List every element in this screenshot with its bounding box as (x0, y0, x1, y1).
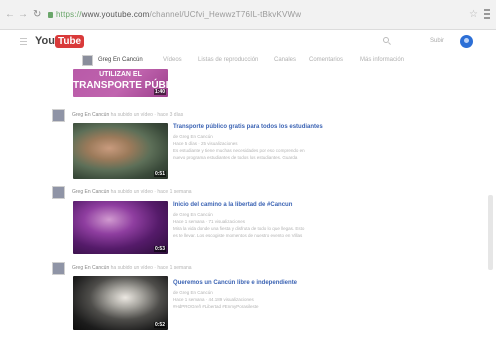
browser-menu-icon[interactable] (484, 9, 490, 19)
logo-tube-text: Tube (54, 35, 85, 48)
uploader-name[interactable]: Greg En Cancún (72, 265, 109, 271)
reload-icon[interactable]: ↻ (33, 9, 41, 21)
video-thumbnail[interactable]: 0:52 (73, 276, 168, 330)
uploader-avatar[interactable] (52, 109, 65, 122)
url-path: /channel/UCfvi_HewwzT76IL-tBkvKVWw (149, 10, 302, 19)
browser-toolbar: ← → ↻ https://www.youtube.com/channel/UC… (0, 0, 496, 30)
video-stats: Hace 1 semana · 44.189 visualizaciones (173, 297, 254, 302)
video-description: Es estudiante y tiene muchas necesidades… (173, 148, 305, 153)
url-host: www.youtube.com (81, 10, 150, 19)
video-author[interactable]: de Greg En Cancún (173, 212, 213, 217)
video-title[interactable]: Transporte público gratis para todos los… (173, 124, 323, 130)
channel-navigation: Greg En Cancún Vídeos Listas de reproduc… (0, 52, 496, 69)
uploader-avatar[interactable] (52, 262, 65, 275)
activity-action: ha subido un vídeo (109, 189, 153, 195)
channel-avatar[interactable] (82, 55, 93, 66)
uploader-name[interactable]: Greg En Cancún (72, 112, 109, 118)
activity-time: hace 1 semana (157, 265, 192, 271)
activity-time: hace 3 días (157, 112, 184, 118)
video-thumbnail[interactable]: 0:53 (73, 201, 168, 254)
guide-menu-icon[interactable] (20, 38, 27, 45)
tab-about[interactable]: Más información (360, 57, 404, 63)
tab-channels[interactable]: Canales (274, 57, 296, 63)
uploader-avatar[interactable] (52, 186, 65, 199)
video-description: es te llevar. Los escogiste momentos de … (173, 233, 303, 238)
activity-time: hace 1 semana (157, 189, 192, 195)
activity-action: ha subido un vídeo (109, 112, 153, 118)
url-scheme: https:// (56, 10, 82, 19)
uploader-name[interactable]: Greg En Cancún (72, 189, 109, 195)
back-arrow-icon[interactable]: ← (5, 9, 15, 21)
video-duration: 0:53 (153, 246, 166, 252)
tab-videos[interactable]: Vídeos (163, 57, 182, 63)
video-title[interactable]: Inicio del camino a la libertad de #Canc… (173, 202, 292, 208)
video-duration: 0:52 (153, 322, 166, 328)
video-author[interactable]: de Greg En Cancún (173, 134, 213, 139)
user-avatar[interactable] (460, 35, 473, 48)
feed-activity-text: Greg En Cancún ha subido un vídeo · hace… (72, 189, 192, 195)
channel-name[interactable]: Greg En Cancún (98, 57, 143, 63)
thumbnail-caption: UTILIZAN EL (99, 71, 142, 78)
video-stats: Hace 1 semana · 71 visualizaciones (173, 219, 246, 224)
video-thumbnail[interactable]: 0:51 (73, 123, 168, 179)
tab-playlists[interactable]: Listas de reproducción (198, 57, 258, 63)
logo-you-text: You (35, 35, 55, 47)
search-icon[interactable] (383, 37, 391, 45)
address-bar[interactable]: https://www.youtube.com/channel/UCfvi_He… (48, 10, 301, 19)
video-duration: 0:51 (153, 171, 166, 177)
video-stats: Hace 5 días · 25 visualizaciones (173, 141, 238, 146)
feed-activity-text: Greg En Cancún ha subido un vídeo · hace… (72, 265, 192, 271)
video-thumbnail[interactable]: UTILIZAN EL TRANSPORTE PÚBLICO 1:40 (73, 69, 168, 97)
video-author[interactable]: de Greg En Cancún (173, 290, 213, 295)
video-duration: 1:40 (153, 89, 166, 95)
video-description: nuevo programa estudiantes de todos los … (173, 155, 298, 160)
bookmark-star-icon[interactable]: ☆ (469, 9, 478, 20)
tab-comments[interactable]: Comentarios (309, 57, 343, 63)
video-title[interactable]: Queremos un Cancún libre e independiente (173, 280, 297, 286)
page-scrollbar[interactable] (488, 195, 493, 270)
youtube-header: You Tube Subir (0, 30, 496, 52)
feed-activity-text: Greg En Cancún ha subido un vídeo · hace… (72, 112, 184, 118)
forward-arrow-icon[interactable]: → (18, 9, 28, 21)
video-description: Mira la vida donde una fiesta y disfruta… (173, 226, 305, 231)
youtube-logo[interactable]: You Tube (35, 35, 85, 48)
lock-icon (48, 12, 53, 18)
upload-button[interactable]: Subir (430, 38, 444, 44)
video-description: #HdPROGreñ #Libertad #EnmyPorasileste (173, 304, 259, 309)
activity-action: ha subido un vídeo (109, 265, 153, 271)
